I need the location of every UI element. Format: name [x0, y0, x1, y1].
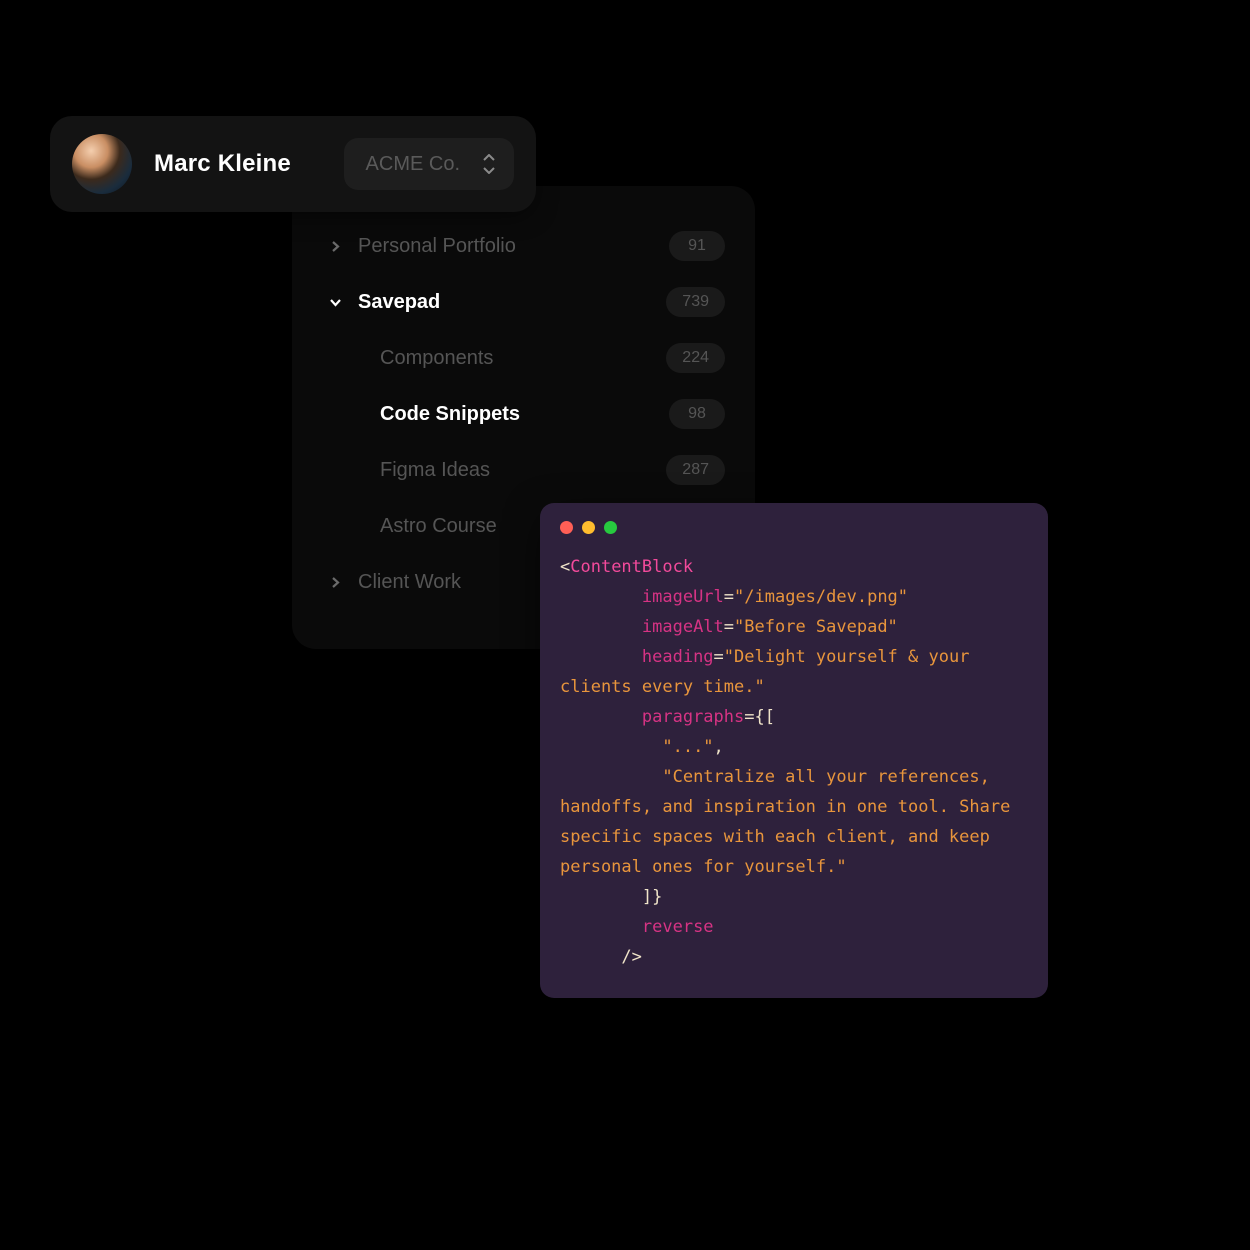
- window-controls: [560, 521, 1028, 534]
- chevron-up-down-icon: [482, 154, 496, 174]
- user-name: Marc Kleine: [154, 150, 291, 178]
- chevron-right-icon: [326, 577, 344, 588]
- minimize-icon[interactable]: [582, 521, 595, 534]
- sidebar-subitem-components[interactable]: Components 224: [322, 330, 725, 386]
- sidebar-item-label: Savepad: [358, 291, 652, 314]
- sidebar-item-label: Personal Portfolio: [358, 235, 655, 258]
- maximize-icon[interactable]: [604, 521, 617, 534]
- count-badge: 224: [666, 343, 725, 373]
- sidebar-item-label: Code Snippets: [380, 403, 655, 426]
- count-badge: 739: [666, 287, 725, 317]
- org-select[interactable]: ACME Co.: [344, 138, 514, 190]
- code-snippet-window: <ContentBlock imageUrl="/images/dev.png"…: [540, 503, 1048, 998]
- profile-pill: Marc Kleine ACME Co.: [50, 116, 536, 212]
- count-badge: 287: [666, 455, 725, 485]
- sidebar-subitem-figma-ideas[interactable]: Figma Ideas 287: [322, 442, 725, 498]
- chevron-down-icon: [326, 297, 344, 308]
- sidebar-item-personal-portfolio[interactable]: Personal Portfolio 91: [322, 218, 725, 274]
- count-badge: 98: [669, 399, 725, 429]
- sidebar-item-label: Components: [380, 347, 652, 370]
- code-content[interactable]: <ContentBlock imageUrl="/images/dev.png"…: [560, 552, 1028, 972]
- org-name: ACME Co.: [366, 153, 460, 176]
- count-badge: 91: [669, 231, 725, 261]
- avatar[interactable]: [72, 134, 132, 194]
- sidebar-item-label: Figma Ideas: [380, 459, 652, 482]
- sidebar-item-savepad[interactable]: Savepad 739: [322, 274, 725, 330]
- chevron-right-icon: [326, 241, 344, 252]
- sidebar-subitem-code-snippets[interactable]: Code Snippets 98: [322, 386, 725, 442]
- close-icon[interactable]: [560, 521, 573, 534]
